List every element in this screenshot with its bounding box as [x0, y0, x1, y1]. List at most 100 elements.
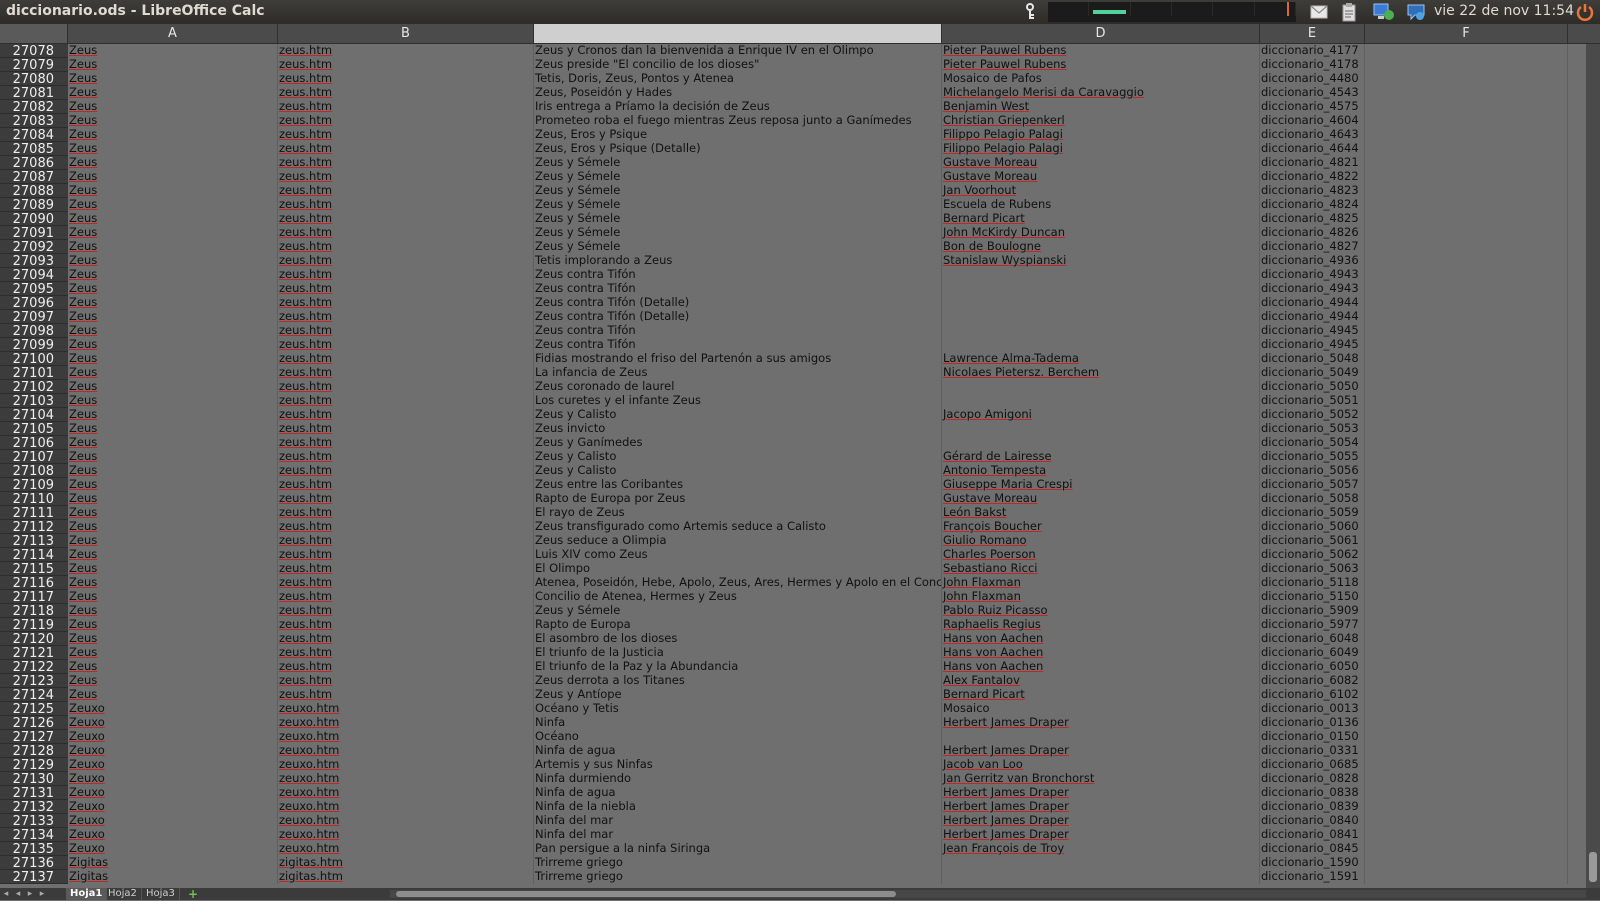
cell-f[interactable] [1365, 632, 1568, 646]
cell-f[interactable] [1365, 408, 1568, 422]
cell-d[interactable]: François Boucher [942, 520, 1260, 534]
cell-b[interactable]: zeus.htm [278, 310, 534, 324]
cell-a[interactable]: Zeus [68, 506, 278, 520]
row-number[interactable]: 27079 [0, 58, 68, 73]
cell-c[interactable]: Rapto de Europa por Zeus [534, 492, 942, 506]
cell-f[interactable] [1365, 324, 1568, 338]
cell-e[interactable]: diccionario_5150 [1260, 590, 1365, 604]
cell-e[interactable]: diccionario_0013 [1260, 702, 1365, 716]
cell-b[interactable]: zeuxo.htm [278, 828, 534, 842]
cell-e[interactable]: diccionario_0839 [1260, 800, 1365, 814]
cell-a[interactable]: Zigitas [68, 856, 278, 870]
cell-d[interactable]: John Flaxman [942, 590, 1260, 604]
cell-d[interactable]: Bernard Picart [942, 212, 1260, 226]
cell-b[interactable]: zigitas.htm [278, 870, 534, 884]
cell-a[interactable]: Zeus [68, 660, 278, 674]
cell-f[interactable] [1365, 772, 1568, 786]
cell-c[interactable]: Zeus y Ganímedes [534, 436, 942, 450]
sheet-tab-hoja3[interactable]: Hoja3 [142, 888, 180, 900]
cell-f[interactable] [1365, 128, 1568, 142]
cell-c[interactable]: El Olimpo [534, 562, 942, 576]
table-row[interactable]: 27113 Zeus zeus.htm Zeus seduce a Olimpia Gi… [0, 534, 1586, 549]
cell-g[interactable] [1568, 72, 1586, 86]
table-row[interactable]: 27116 Zeus zeus.htm Atenea, Poseidón, Hebe,… [0, 576, 1586, 591]
table-row[interactable]: 27120 Zeus zeus.htm El asombro de los diose… [0, 632, 1586, 647]
row-number[interactable]: 27108 [0, 464, 68, 479]
cell-a[interactable]: Zeus [68, 604, 278, 618]
cell-f[interactable] [1365, 520, 1568, 534]
cell-d[interactable]: John Flaxman [942, 576, 1260, 590]
cell-g[interactable] [1568, 716, 1586, 730]
row-number[interactable]: 27127 [0, 730, 68, 745]
table-row[interactable]: 27102 Zeus zeus.htm Zeus coronado de laurel… [0, 380, 1586, 395]
table-row[interactable]: 27124 Zeus zeus.htm Zeus y Antíope Bernard P… [0, 688, 1586, 703]
cell-c[interactable]: Zeus seduce a Olimpia [534, 534, 942, 548]
cell-b[interactable]: zeus.htm [278, 548, 534, 562]
cell-f[interactable] [1365, 660, 1568, 674]
cell-d[interactable]: Bernard Picart [942, 688, 1260, 702]
table-row[interactable]: 27126 Zeuxo zeuxo.htm Ninfa Herbert James Dr… [0, 716, 1586, 731]
cell-g[interactable] [1568, 324, 1586, 338]
cell-f[interactable] [1365, 184, 1568, 198]
spreadsheet-grid[interactable]: 27078 Zeus zeus.htm Zeus y Cronos dan la bi… [0, 44, 1586, 888]
row-number[interactable]: 27107 [0, 450, 68, 465]
cell-g[interactable] [1568, 646, 1586, 660]
cell-a[interactable]: Zeus [68, 128, 278, 142]
row-number[interactable]: 27102 [0, 380, 68, 395]
cell-a[interactable]: Zeus [68, 520, 278, 534]
clipboard-icon[interactable] [1338, 2, 1360, 22]
table-row[interactable]: 27108 Zeus zeus.htm Zeus y Calisto Antonio T… [0, 464, 1586, 479]
cell-a[interactable]: Zeuxo [68, 744, 278, 758]
cell-a[interactable]: Zeuxo [68, 814, 278, 828]
cell-d[interactable]: Gustave Moreau [942, 156, 1260, 170]
cell-b[interactable]: zeus.htm [278, 590, 534, 604]
cell-d[interactable]: Giuseppe Maria Crespi [942, 478, 1260, 492]
cell-a[interactable]: Zeus [68, 590, 278, 604]
cell-c[interactable]: Los curetes y el infante Zeus [534, 394, 942, 408]
cell-c[interactable]: Océano y Tetis [534, 702, 942, 716]
cell-b[interactable]: zeuxo.htm [278, 758, 534, 772]
row-number[interactable]: 27110 [0, 492, 68, 507]
table-row[interactable]: 27107 Zeus zeus.htm Zeus y Calisto Gérard de… [0, 450, 1586, 465]
cell-a[interactable]: Zeus [68, 464, 278, 478]
table-row[interactable]: 27130 Zeuxo zeuxo.htm Ninfa durmiendo Jan Ge… [0, 772, 1586, 787]
cell-c[interactable]: Iris entrega a Príamo la decisión de Zeu… [534, 100, 942, 114]
cell-c[interactable]: Zeus y Sémele [534, 212, 942, 226]
cell-c[interactable]: El asombro de los dioses [534, 632, 942, 646]
cell-c[interactable]: Artemis y sus Ninfas [534, 758, 942, 772]
cell-g[interactable] [1568, 800, 1586, 814]
cell-c[interactable]: Zeus contra Tifón (Detalle) [534, 310, 942, 324]
row-number[interactable]: 27114 [0, 548, 68, 563]
cell-f[interactable] [1365, 254, 1568, 268]
cell-e[interactable]: diccionario_4575 [1260, 100, 1365, 114]
cell-b[interactable]: zeus.htm [278, 576, 534, 590]
cell-g[interactable] [1568, 828, 1586, 842]
cell-f[interactable] [1365, 730, 1568, 744]
row-number[interactable]: 27134 [0, 828, 68, 843]
table-row[interactable]: 27093 Zeus zeus.htm Tetis implorando a Zeus… [0, 254, 1586, 269]
cell-f[interactable] [1365, 842, 1568, 856]
row-number[interactable]: 27089 [0, 198, 68, 213]
cell-a[interactable]: Zeus [68, 198, 278, 212]
table-row[interactable]: 27081 Zeus zeus.htm Zeus, Poseidón y Hades M… [0, 86, 1586, 101]
cell-g[interactable] [1568, 408, 1586, 422]
cell-f[interactable] [1365, 506, 1568, 520]
cell-g[interactable] [1568, 86, 1586, 100]
cell-c[interactable]: El triunfo de la Justicia [534, 646, 942, 660]
cell-f[interactable] [1365, 72, 1568, 86]
row-number[interactable]: 27132 [0, 800, 68, 815]
cell-c[interactable]: Zeus y Cronos dan la bienvenida a Enriqu… [534, 44, 942, 58]
table-row[interactable]: 27112 Zeus zeus.htm Zeus transfigurado como… [0, 520, 1586, 535]
cell-a[interactable]: Zeuxo [68, 772, 278, 786]
row-number[interactable]: 27123 [0, 674, 68, 689]
cell-e[interactable]: diccionario_6102 [1260, 688, 1365, 702]
cell-f[interactable] [1365, 114, 1568, 128]
cell-e[interactable]: diccionario_0841 [1260, 828, 1365, 842]
cell-g[interactable] [1568, 562, 1586, 576]
row-number[interactable]: 27082 [0, 100, 68, 115]
cell-f[interactable] [1365, 450, 1568, 464]
table-row[interactable]: 27094 Zeus zeus.htm Zeus contra Tifón diccio… [0, 268, 1586, 283]
cell-f[interactable] [1365, 548, 1568, 562]
cell-c[interactable]: Zeus y Sémele [534, 170, 942, 184]
row-number[interactable]: 27083 [0, 114, 68, 129]
